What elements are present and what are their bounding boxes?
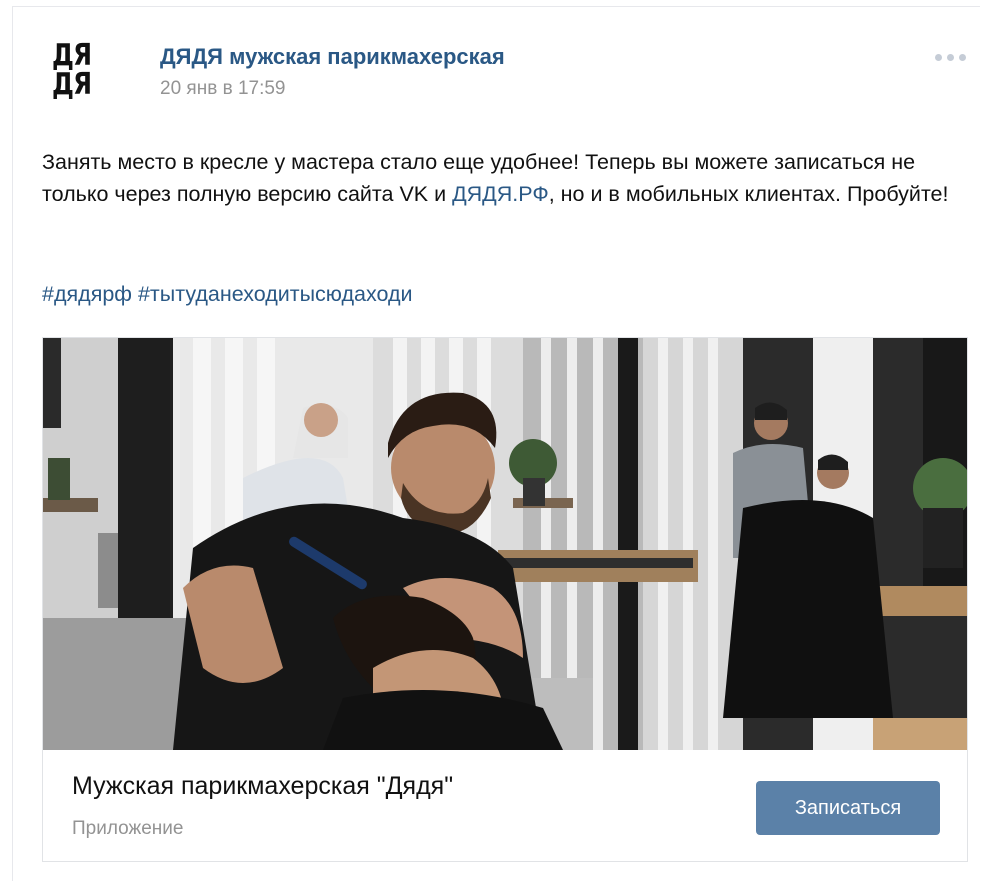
post-hashtags: #дядярф #тытуданеходитысюдаходи — [42, 282, 413, 307]
avatar-logo-line-1: ДЯ — [52, 38, 92, 73]
more-dots-icon[interactable] — [935, 54, 966, 61]
community-avatar[interactable]: ДЯ ДЯ — [52, 41, 114, 103]
dot — [959, 54, 966, 61]
card-title: Мужская парикмахерская "Дядя" — [72, 772, 454, 800]
avatar-logo-line-2: ДЯ — [52, 67, 92, 102]
dot — [935, 54, 942, 61]
post-author-link[interactable]: ДЯДЯ мужская парикмахерская — [160, 44, 505, 70]
hashtag-link[interactable]: #дядярф — [42, 282, 132, 306]
post-date[interactable]: 20 янв в 17:59 — [160, 78, 286, 100]
post-text-part-2: , но и в мобильных клиентах. Пробуйте! — [548, 182, 949, 206]
barbershop-photo[interactable] — [43, 338, 968, 750]
book-button[interactable]: Записаться — [756, 781, 940, 835]
hashtag-link[interactable]: #тытуданеходитысюдаходи — [138, 282, 413, 306]
post-text: Занять место в кресле у мастера стало ещ… — [42, 146, 952, 210]
dot — [947, 54, 954, 61]
app-card: Мужская парикмахерская "Дядя" Приложение… — [42, 337, 968, 862]
card-subtitle: Приложение — [72, 818, 184, 839]
site-link[interactable]: ДЯДЯ.РФ — [452, 182, 549, 206]
